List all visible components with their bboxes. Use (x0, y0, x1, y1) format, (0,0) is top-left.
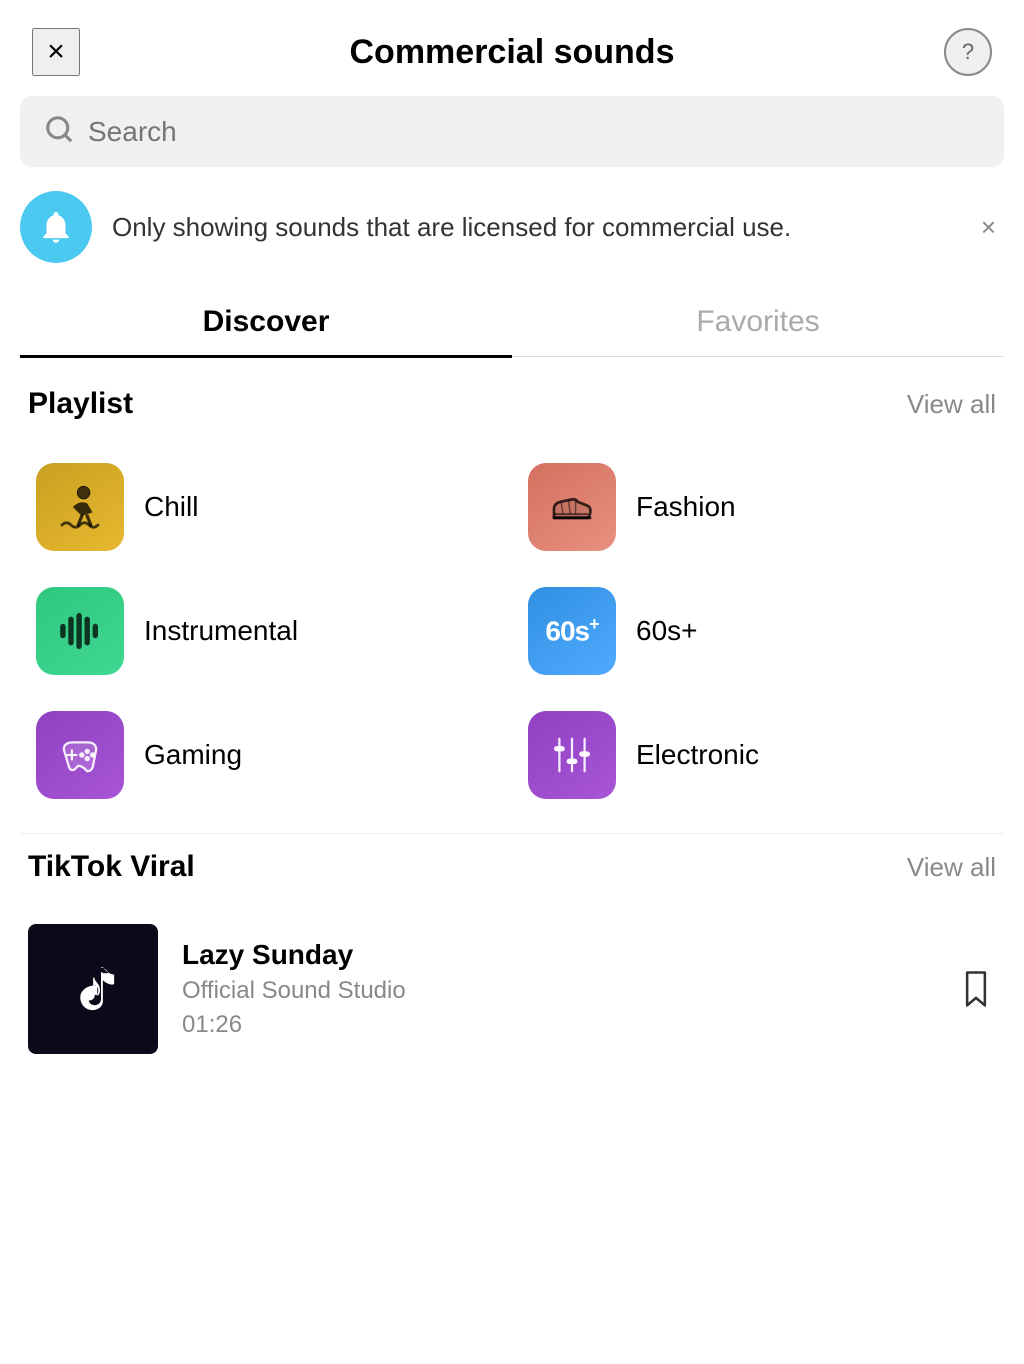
instrumental-icon (36, 587, 124, 675)
tab-discover[interactable]: Discover (20, 287, 512, 358)
song-item-lazy-sunday[interactable]: ♪ Lazy Sunday Official Sound Studio 01:2… (0, 908, 1024, 1070)
playlist-item-sixty-plus[interactable]: 60s+ 60s+ (512, 569, 1004, 693)
bookmark-button[interactable] (956, 965, 996, 1013)
help-button[interactable]: ? (944, 28, 992, 76)
sixty-plus-icon: 60s+ (528, 587, 616, 675)
page-title: Commercial sounds (350, 33, 675, 72)
instrumental-label: Instrumental (144, 615, 298, 647)
playlist-item-electronic[interactable]: Electronic (512, 693, 1004, 817)
viral-title: TikTok Viral (28, 850, 195, 884)
playlist-title: Playlist (28, 387, 133, 421)
help-icon: ? (962, 39, 974, 65)
playlist-item-instrumental[interactable]: Instrumental (20, 569, 512, 693)
search-bar[interactable] (20, 96, 1004, 167)
gaming-label: Gaming (144, 739, 242, 771)
viral-section: TikTok Viral View all ♪ Lazy Sunday Offi… (0, 850, 1024, 1090)
song-title: Lazy Sunday (182, 939, 932, 971)
close-icon: × (47, 35, 65, 69)
sixty-plus-label: 60s+ (636, 615, 698, 647)
song-artist: Official Sound Studio (182, 977, 932, 1005)
notice-text: Only showing sounds that are licensed fo… (112, 209, 953, 245)
notice-bell-icon (20, 191, 92, 263)
sixty-badge-text: 60s+ (545, 614, 598, 647)
chill-label: Chill (144, 491, 198, 523)
playlist-section-header: Playlist View all (0, 387, 1024, 445)
song-duration: 01:26 (182, 1011, 932, 1039)
fashion-icon (528, 463, 616, 551)
tab-bar: Discover Favorites (20, 287, 1004, 357)
song-info: Lazy Sunday Official Sound Studio 01:26 (182, 939, 932, 1039)
playlist-item-fashion[interactable]: Fashion (512, 445, 1004, 569)
search-icon (44, 114, 74, 149)
playlist-view-all[interactable]: View all (907, 389, 996, 420)
svg-text:♪: ♪ (83, 963, 104, 1009)
playlist-grid: Chill Fashion Instrumenta (0, 445, 1024, 817)
playlist-item-chill[interactable]: Chill (20, 445, 512, 569)
viral-view-all[interactable]: View all (907, 852, 996, 883)
header: × Commercial sounds ? (0, 0, 1024, 96)
electronic-icon (528, 711, 616, 799)
close-button[interactable]: × (32, 28, 80, 76)
notice-close-button[interactable]: × (973, 204, 1004, 251)
electronic-label: Electronic (636, 739, 759, 771)
viral-section-header: TikTok Viral View all (0, 850, 1024, 908)
search-input[interactable] (88, 116, 980, 148)
gaming-icon (36, 711, 124, 799)
notice-banner: Only showing sounds that are licensed fo… (20, 191, 1004, 263)
song-thumbnail: ♪ (28, 924, 158, 1054)
chill-icon (36, 463, 124, 551)
section-divider (20, 833, 1004, 834)
playlist-item-gaming[interactable]: Gaming (20, 693, 512, 817)
tab-favorites[interactable]: Favorites (512, 287, 1004, 356)
fashion-label: Fashion (636, 491, 736, 523)
